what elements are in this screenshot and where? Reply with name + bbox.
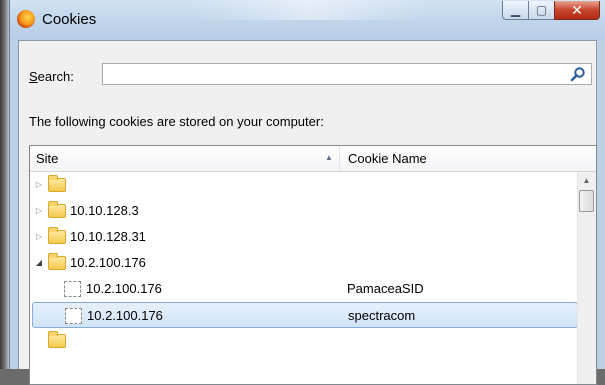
folder-icon <box>48 253 66 270</box>
expand-icon[interactable]: ▷ <box>34 224 44 250</box>
folder-icon <box>48 227 66 244</box>
search-input[interactable] <box>102 63 592 85</box>
expand-icon[interactable]: ▷ <box>34 198 44 224</box>
maximize-button[interactable]: ▢ <box>528 1 555 20</box>
site-label: 10.10.128.3 <box>70 203 139 218</box>
site-label: 10.2.100.176 <box>70 255 146 270</box>
site-label: 10.10.128.31 <box>70 229 146 244</box>
minimize-button[interactable]: ▁ <box>502 1 529 20</box>
cookie-name-label: spectracom <box>348 308 416 323</box>
tree-row-folder[interactable] <box>30 328 578 354</box>
vertical-scrollbar[interactable]: ▲ <box>577 172 596 384</box>
folder-icon <box>48 201 66 218</box>
site-label: 10.2.100.176 <box>87 308 163 323</box>
scroll-up-arrow-icon[interactable]: ▲ <box>578 172 595 189</box>
close-button[interactable]: ✕ <box>554 1 600 20</box>
window-controls: ▁ ▢ ✕ <box>502 1 600 21</box>
expand-icon[interactable]: ▷ <box>34 172 44 198</box>
tree-row-cookie[interactable]: 10.2.100.176 PamaceaSID <box>30 276 578 302</box>
tree-rows: ▷ ▷ 10.10.128.3 ▷ 10.10.128.31 ◢ 10.2.10… <box>30 172 578 354</box>
tree-row-folder-expanded[interactable]: ◢ 10.2.100.176 <box>30 250 578 276</box>
column-header-site[interactable]: Site <box>30 146 340 171</box>
scroll-thumb[interactable] <box>579 190 594 212</box>
cookie-icon <box>64 281 81 297</box>
cookies-tree[interactable]: Site ▲ Cookie Name ▷ ▷ 10.10.128.3 ▷ 10.… <box>29 145 597 385</box>
cookies-dialog: Cookies ▁ ▢ ✕ Search: The following cook… <box>9 0 605 385</box>
folder-icon <box>48 331 66 348</box>
cookie-icon <box>65 308 82 324</box>
tree-row-folder[interactable]: ▷ <box>30 172 578 198</box>
search-icon[interactable] <box>570 66 586 82</box>
window-title: Cookies <box>42 11 97 28</box>
dialog-content: Search: The following cookies are stored… <box>18 40 597 385</box>
collapse-icon[interactable]: ◢ <box>34 250 44 276</box>
background-window-edge <box>0 0 9 369</box>
title-bar[interactable]: Cookies ▁ ▢ ✕ <box>10 0 605 40</box>
tree-row-cookie-selected[interactable]: 10.2.100.176 spectracom <box>32 302 578 328</box>
sort-ascending-icon: ▲ <box>325 153 333 162</box>
cookie-name-label: PamaceaSID <box>347 281 424 296</box>
cookies-info-text: The following cookies are stored on your… <box>29 114 324 129</box>
tree-row-folder[interactable]: ▷ 10.10.128.3 <box>30 198 578 224</box>
search-label: Search: <box>29 69 74 84</box>
folder-icon <box>48 175 66 192</box>
column-header-cookie-name[interactable]: Cookie Name <box>340 146 596 171</box>
tree-row-folder[interactable]: ▷ 10.10.128.31 <box>30 224 578 250</box>
tree-header: Site ▲ Cookie Name <box>30 146 596 172</box>
site-label: 10.2.100.176 <box>86 281 162 296</box>
firefox-icon <box>17 10 35 28</box>
